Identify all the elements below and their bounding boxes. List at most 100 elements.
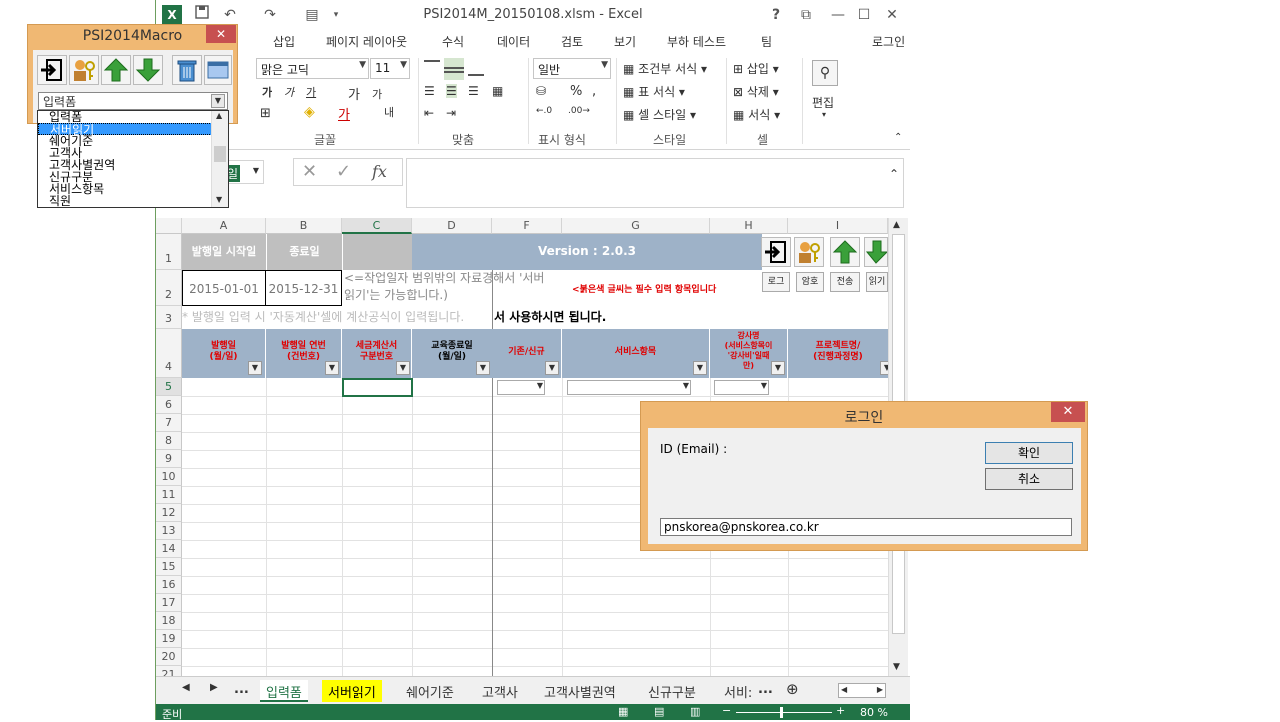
merge-center-icon[interactable]: ▦ <box>492 84 503 98</box>
column-header-a[interactable]: A <box>182 218 266 234</box>
tab-formulas[interactable]: 수식 <box>442 33 464 50</box>
conditional-format-button[interactable]: ▦ 조건부 서식 ▾ <box>623 60 707 77</box>
login-macro-button[interactable] <box>761 237 791 267</box>
tab-team[interactable]: 팀 <box>761 33 772 50</box>
format-as-table-button[interactable]: ▦ 표 서식 ▾ <box>623 83 685 100</box>
upload-macro-button[interactable] <box>830 237 860 267</box>
send-button[interactable]: 전송 <box>830 272 860 292</box>
decrease-indent-icon[interactable]: ⇤ <box>424 106 434 120</box>
percent-icon[interactable]: % <box>570 84 582 99</box>
macro-close-button[interactable]: ✕ <box>206 25 236 43</box>
increase-indent-icon[interactable]: ⇥ <box>446 106 456 120</box>
row-header[interactable]: 18 <box>156 612 182 630</box>
select-all-corner[interactable] <box>156 218 182 234</box>
tab-insert[interactable]: 삽입 <box>273 33 295 50</box>
macro-window-button[interactable] <box>204 55 232 85</box>
align-right-icon[interactable]: ☰ <box>468 84 479 98</box>
formula-input[interactable]: ⌃ <box>406 158 904 208</box>
row-header[interactable]: 16 <box>156 576 182 594</box>
italic-button[interactable]: 가 <box>284 84 294 100</box>
page-break-view-icon[interactable]: ▥ <box>690 705 700 718</box>
scroll-up-icon[interactable]: ▲ <box>893 220 900 230</box>
chevron-down-icon[interactable]: ▼ <box>211 94 225 108</box>
ok-button[interactable]: 확인 <box>985 442 1073 464</box>
sheet-tab-new-type[interactable]: 신규구분 <box>642 680 702 702</box>
horizontal-scrollbar[interactable]: ◀ ▶ <box>838 683 886 698</box>
password-macro-button[interactable] <box>794 237 824 267</box>
list-item[interactable]: 직원 <box>38 195 212 207</box>
number-format-combo[interactable]: 일반 ▼ <box>533 58 611 79</box>
row-header[interactable]: 5 <box>156 378 182 396</box>
fill-color-icon[interactable]: ◈ <box>304 104 315 120</box>
bold-button[interactable]: 가 <box>262 84 272 100</box>
list-scroll-thumb[interactable] <box>214 146 226 162</box>
row-header[interactable]: 10 <box>156 468 182 486</box>
row-header[interactable]: 1 <box>156 234 182 270</box>
tab-page-layout[interactable]: 페이지 레이아웃 <box>326 33 407 50</box>
align-middle-icon[interactable] <box>444 58 464 80</box>
row-header[interactable]: 12 <box>156 504 182 522</box>
font-name-combo[interactable]: 맑은 고딕 ▼ <box>256 58 369 79</box>
scroll-down-icon[interactable]: ▼ <box>216 195 222 204</box>
row-header[interactable]: 6 <box>156 396 182 414</box>
insert-cells-button[interactable]: ⊞ 삽입 ▾ <box>733 60 779 77</box>
sheet-select-combo[interactable]: 입력폼 ▼ <box>38 92 228 110</box>
more-sheets-right-button[interactable]: ... <box>752 680 779 702</box>
decrease-decimal-icon[interactable]: .00→ <box>568 106 590 116</box>
row-header[interactable]: 21 <box>156 666 182 676</box>
cancel-button[interactable]: 취소 <box>985 468 1073 490</box>
sheet-tab-share-basis[interactable]: 쉐어기준 <box>400 680 460 702</box>
ribbon-display-button[interactable]: ⧉ <box>796 5 816 25</box>
row-header[interactable]: 19 <box>156 630 182 648</box>
row-header[interactable]: 13 <box>156 522 182 540</box>
end-date-value[interactable]: 2015-12-31 <box>266 270 342 306</box>
zoom-slider[interactable] <box>736 707 832 718</box>
selected-cell-c5[interactable] <box>342 378 413 397</box>
font-size-combo[interactable]: 11 ▼ <box>370 58 410 79</box>
instructor-combo[interactable]: ▼ <box>714 380 769 395</box>
increase-decimal-icon[interactable]: ←.0 <box>536 106 552 116</box>
cancel-formula-button[interactable]: ✕ <box>302 161 317 182</box>
column-header-g[interactable]: G <box>562 218 710 234</box>
sheet-tab-customer[interactable]: 고객사 <box>476 680 524 702</box>
scroll-up-icon[interactable]: ▲ <box>216 111 222 120</box>
list-scrollbar[interactable]: ▲ ▼ <box>211 111 228 207</box>
maximize-button[interactable]: ☐ <box>854 5 874 25</box>
binoculars-icon[interactable]: ⚲ <box>812 60 838 86</box>
macro-delete-button[interactable] <box>172 55 202 85</box>
column-header-c[interactable]: C <box>342 218 412 234</box>
filter-dropdown-button[interactable]: ▼ <box>693 361 707 375</box>
delete-cells-button[interactable]: ⊠ 삭제 ▾ <box>733 83 779 100</box>
shrink-font-button[interactable]: 가 <box>372 86 382 102</box>
phonetic-button[interactable]: 내 <box>384 104 394 120</box>
column-header-f[interactable]: F <box>492 218 562 234</box>
start-date-value[interactable]: 2015-01-01 <box>182 270 266 306</box>
row-header[interactable]: 15 <box>156 558 182 576</box>
border-icon[interactable]: ⊞ <box>260 106 271 121</box>
zoom-in-icon[interactable]: + <box>836 704 845 717</box>
row-header[interactable]: 4 <box>156 329 182 378</box>
sheet-tab-server-read[interactable]: 서버읽기 <box>322 680 382 702</box>
scroll-right-icon[interactable]: ▶ <box>877 685 883 694</box>
email-field[interactable]: pnskorea@pnskorea.co.kr <box>660 518 1072 536</box>
sign-in-link[interactable]: 로그인 <box>872 33 905 50</box>
scroll-down-icon[interactable]: ▼ <box>893 662 900 672</box>
more-sheets-left-button[interactable]: ... <box>228 680 255 702</box>
service-item-combo[interactable]: ▼ <box>567 380 691 395</box>
tab-load-test[interactable]: 부하 테스트 <box>667 33 726 50</box>
macro-download-button[interactable] <box>133 55 163 85</box>
login-close-button[interactable]: ✕ <box>1051 402 1085 422</box>
zoom-out-icon[interactable]: − <box>722 704 731 717</box>
filter-dropdown-button[interactable]: ▼ <box>476 361 490 375</box>
insert-function-button[interactable]: fx <box>372 162 387 181</box>
currency-icon[interactable]: ⛁ <box>536 84 546 98</box>
align-left-icon[interactable]: ☰ <box>424 84 435 98</box>
row-header[interactable]: 11 <box>156 486 182 504</box>
column-header-i[interactable]: I <box>788 218 888 234</box>
tab-data[interactable]: 데이터 <box>497 33 530 50</box>
format-cells-button[interactable]: ▦ 서식 ▾ <box>733 106 780 123</box>
zoom-slider-thumb[interactable] <box>780 707 783 718</box>
prev-sheet-button[interactable]: ◀ <box>176 680 196 702</box>
grow-font-button[interactable]: 가 <box>348 84 360 103</box>
tab-view[interactable]: 보기 <box>614 33 636 50</box>
